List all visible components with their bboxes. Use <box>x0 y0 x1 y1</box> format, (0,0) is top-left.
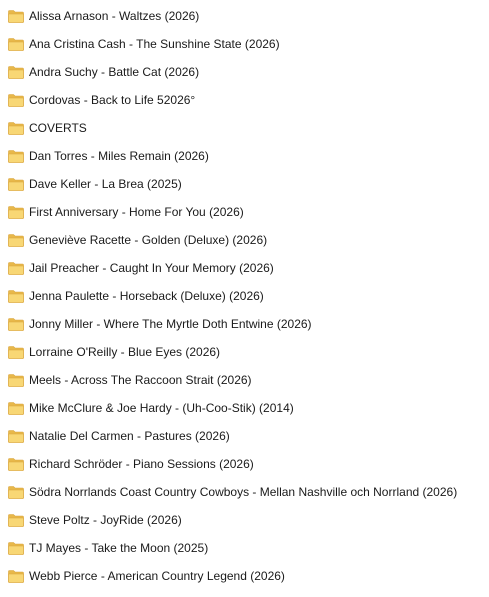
folder-item[interactable]: Jenna Paulette - Horseback (Deluxe) (202… <box>0 282 489 310</box>
folder-label: First Anniversary - Home For You (2026) <box>29 205 244 219</box>
folder-item[interactable]: TJ Mayes - Take the Moon (2025) <box>0 534 489 562</box>
folder-item[interactable]: Dave Keller - La Brea (2025) <box>0 170 489 198</box>
folder-label: Södra Norrlands Coast Country Cowboys - … <box>29 485 458 499</box>
folder-icon <box>8 402 24 415</box>
folder-label: COVERTS <box>29 121 87 135</box>
folder-label: Alissa Arnason - Waltzes (2026) <box>29 9 200 23</box>
folder-item[interactable]: Natalie Del Carmen - Pastures (2026) <box>0 422 489 450</box>
folder-label: Jonny Miller - Where The Myrtle Doth Ent… <box>29 317 312 331</box>
folder-label: Lorraine O'Reilly - Blue Eyes (2026) <box>29 345 221 359</box>
folder-label: Ana Cristina Cash - The Sunshine State (… <box>29 37 280 51</box>
folder-icon <box>8 38 24 51</box>
folder-icon <box>8 178 24 191</box>
folder-label: Jail Preacher - Caught In Your Memory (2… <box>29 261 274 275</box>
folder-icon <box>8 122 24 135</box>
folder-label: Webb Pierce - American Country Legend (2… <box>29 569 285 583</box>
folder-item[interactable]: Meels - Across The Raccoon Strait (2026) <box>0 366 489 394</box>
folder-icon <box>8 234 24 247</box>
folder-item[interactable]: Jail Preacher - Caught In Your Memory (2… <box>0 254 489 282</box>
folder-item[interactable]: Geneviève Racette - Golden (Deluxe) (202… <box>0 226 489 254</box>
folder-icon <box>8 486 24 499</box>
folder-item[interactable]: Alissa Arnason - Waltzes (2026) <box>0 2 489 30</box>
folder-label: Mike McClure & Joe Hardy - (Uh-Coo-Stik)… <box>29 401 294 415</box>
folder-icon <box>8 318 24 331</box>
folder-icon <box>8 430 24 443</box>
folder-item[interactable]: Cordovas - Back to Life 52026° <box>0 86 489 114</box>
folder-icon <box>8 514 24 527</box>
folder-icon <box>8 94 24 107</box>
folder-label: Andra Suchy - Battle Cat (2026) <box>29 65 200 79</box>
folder-item[interactable]: Lorraine O'Reilly - Blue Eyes (2026) <box>0 338 489 366</box>
folder-item[interactable]: COVERTS <box>0 114 489 142</box>
folder-label: TJ Mayes - Take the Moon (2025) <box>29 541 209 555</box>
folder-label: Richard Schröder - Piano Sessions (2026) <box>29 457 254 471</box>
folder-icon <box>8 374 24 387</box>
folder-icon <box>8 570 24 583</box>
folder-item[interactable]: Mike McClure & Joe Hardy - (Uh-Coo-Stik)… <box>0 394 489 422</box>
folder-item[interactable]: Richard Schröder - Piano Sessions (2026) <box>0 450 489 478</box>
folder-label: Cordovas - Back to Life 52026° <box>29 93 196 107</box>
folder-label: Geneviève Racette - Golden (Deluxe) (202… <box>29 233 268 247</box>
folder-item[interactable]: Andra Suchy - Battle Cat (2026) <box>0 58 489 86</box>
folder-icon <box>8 66 24 79</box>
folder-icon <box>8 290 24 303</box>
folder-icon <box>8 262 24 275</box>
folder-label: Jenna Paulette - Horseback (Deluxe) (202… <box>29 289 264 303</box>
folder-icon <box>8 458 24 471</box>
folder-label: Dan Torres - Miles Remain (2026) <box>29 149 209 163</box>
folder-label: Natalie Del Carmen - Pastures (2026) <box>29 429 230 443</box>
folder-label: Dave Keller - La Brea (2025) <box>29 177 182 191</box>
folder-item[interactable]: Dan Torres - Miles Remain (2026) <box>0 142 489 170</box>
folder-item[interactable]: First Anniversary - Home For You (2026) <box>0 198 489 226</box>
folder-label: Meels - Across The Raccoon Strait (2026) <box>29 373 252 387</box>
folder-icon <box>8 150 24 163</box>
folder-item[interactable]: Ana Cristina Cash - The Sunshine State (… <box>0 30 489 58</box>
folder-icon <box>8 206 24 219</box>
folder-item[interactable]: Steve Poltz - JoyRide (2026) <box>0 506 489 534</box>
folder-label: Steve Poltz - JoyRide (2026) <box>29 513 182 527</box>
folder-list: Alissa Arnason - Waltzes (2026) Ana Crist… <box>0 2 489 590</box>
folder-icon <box>8 346 24 359</box>
folder-item[interactable]: Webb Pierce - American Country Legend (2… <box>0 562 489 590</box>
folder-item[interactable]: Jonny Miller - Where The Myrtle Doth Ent… <box>0 310 489 338</box>
folder-icon <box>8 542 24 555</box>
folder-item[interactable]: Södra Norrlands Coast Country Cowboys - … <box>0 478 489 506</box>
folder-icon <box>8 10 24 23</box>
